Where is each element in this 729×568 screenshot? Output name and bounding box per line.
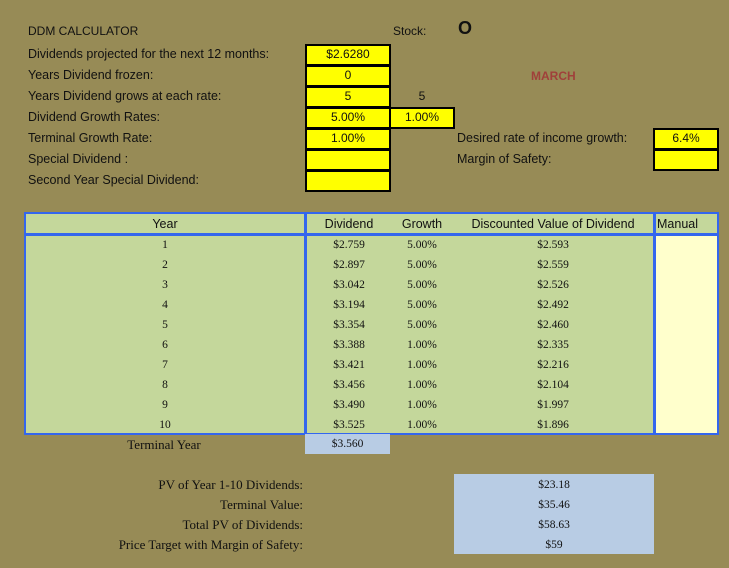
year-cell: 7	[162, 359, 168, 371]
input-label: Years Dividend frozen:	[28, 68, 154, 82]
discounted-value-cell: $1.997	[537, 399, 569, 411]
terminal-growth-input[interactable]: 1.00%	[305, 128, 391, 150]
table-row: 9 $3.490 1.00% $1.997	[26, 395, 717, 415]
terminal-value: $35.46	[538, 499, 570, 511]
input-label: Terminal Growth Rate:	[28, 131, 153, 145]
header-dividend: Dividend	[324, 217, 374, 231]
table-row: 1 $2.759 5.00% $2.593	[26, 235, 717, 255]
growth-rate-2-input[interactable]: 1.00%	[389, 107, 455, 129]
header-growth: Growth	[401, 217, 443, 231]
input-label: Dividends projected for the next 12 mont…	[28, 47, 270, 61]
dividend-projected-input[interactable]: $2.6280	[305, 44, 391, 66]
year-cell: 2	[162, 259, 168, 271]
year-cell: 8	[162, 379, 168, 391]
discounted-value-cell: $2.335	[537, 339, 569, 351]
desired-income-growth-input[interactable]: 6.4%	[653, 128, 719, 150]
input-label: Second Year Special Dividend:	[28, 173, 199, 187]
price-target-value: $59	[545, 539, 563, 551]
growth-cell: 1.00%	[407, 419, 437, 431]
discounted-value-cell: $2.559	[537, 259, 569, 271]
growth-rate-1-input[interactable]: 5.00%	[305, 107, 391, 129]
growth-cell: 1.00%	[407, 379, 437, 391]
dividend-table: Year Dividend Growth Discounted Value of…	[24, 212, 719, 435]
input-label: Desired rate of income growth:	[457, 131, 628, 145]
year-cell: 3	[162, 279, 168, 291]
table-row: 10 $3.525 1.00% $1.896	[26, 415, 717, 435]
discounted-value-cell: $2.104	[537, 379, 569, 391]
pv-dividends-value: $23.18	[538, 479, 570, 491]
growth-cell: 1.00%	[407, 359, 437, 371]
table-row: 4 $3.194 5.00% $2.492	[26, 295, 717, 315]
discounted-value-cell: $2.492	[537, 299, 569, 311]
header-discounted-value: Discounted Value of Dividend	[471, 217, 635, 231]
years-grow-input[interactable]: 5	[305, 86, 391, 108]
page-title: DDM CALCULATOR	[28, 24, 139, 38]
input-label: Special Dividend :	[28, 152, 129, 166]
growth-cell: 5.00%	[407, 279, 437, 291]
dividend-cell: $2.759	[333, 239, 365, 251]
input-label: Margin of Safety:	[457, 152, 552, 166]
second-special-dividend-input[interactable]	[305, 170, 391, 192]
growth-cell: 5.00%	[407, 259, 437, 271]
year-cell: 9	[162, 399, 168, 411]
dividend-cell: $2.897	[333, 259, 365, 271]
header-year: Year	[152, 217, 178, 231]
discounted-value-cell: $2.526	[537, 279, 569, 291]
summary-label: Terminal Value:	[220, 497, 303, 512]
dividend-cell: $3.525	[333, 419, 365, 431]
dividend-cell: $3.490	[333, 399, 365, 411]
table-row: 5 $3.354 5.00% $2.460	[26, 315, 717, 335]
summary-label: PV of Year 1-10 Dividends:	[158, 477, 303, 492]
table-row: 3 $3.042 5.00% $2.526	[26, 275, 717, 295]
discounted-value-cell: $2.593	[537, 239, 569, 251]
table-row: 2 $2.897 5.00% $2.559	[26, 255, 717, 275]
discounted-value-cell: $2.216	[537, 359, 569, 371]
growth-cell: 5.00%	[407, 299, 437, 311]
total-pv-value: $58.63	[538, 519, 570, 531]
table-row: 8 $3.456 1.00% $2.104	[26, 375, 717, 395]
stock-value: O	[458, 18, 473, 38]
growth-cell: 5.00%	[407, 319, 437, 331]
summary-label: Price Target with Margin of Safety:	[118, 537, 303, 552]
years-grow-second: 5	[418, 89, 426, 103]
year-cell: 5	[162, 319, 168, 331]
growth-cell: 1.00%	[407, 399, 437, 411]
dividend-cell: $3.194	[333, 299, 365, 311]
terminal-year-value: $3.560	[305, 434, 390, 454]
years-frozen-input[interactable]: 0	[305, 65, 391, 87]
table-row: 7 $3.421 1.00% $2.216	[26, 355, 717, 375]
terminal-year-label: Terminal Year	[127, 437, 201, 452]
year-cell: 4	[162, 299, 168, 311]
dividend-cell: $3.456	[333, 379, 365, 391]
year-cell: 6	[162, 339, 168, 351]
dividend-cell: $3.388	[333, 339, 365, 351]
year-cell: 1	[162, 239, 168, 251]
discounted-value-cell: $1.896	[537, 419, 569, 431]
dividend-cell: $3.042	[333, 279, 365, 291]
discounted-value-cell: $2.460	[537, 319, 569, 331]
input-label: Years Dividend grows at each rate:	[28, 89, 222, 103]
table-row: 6 $3.388 1.00% $2.335	[26, 335, 717, 355]
summary-label: Total PV of Dividends:	[182, 517, 303, 532]
year-cell: 10	[159, 419, 171, 431]
dividend-cell: $3.421	[333, 359, 365, 371]
dividend-cell: $3.354	[333, 319, 365, 331]
month-label: MARCH	[531, 69, 576, 83]
margin-of-safety-input[interactable]	[653, 149, 719, 171]
special-dividend-input[interactable]	[305, 149, 391, 171]
growth-cell: 1.00%	[407, 339, 437, 351]
stock-label: Stock:	[393, 24, 427, 38]
input-label: Dividend Growth Rates:	[28, 110, 161, 124]
growth-cell: 5.00%	[407, 239, 437, 251]
header-manual: Manual	[657, 217, 698, 231]
